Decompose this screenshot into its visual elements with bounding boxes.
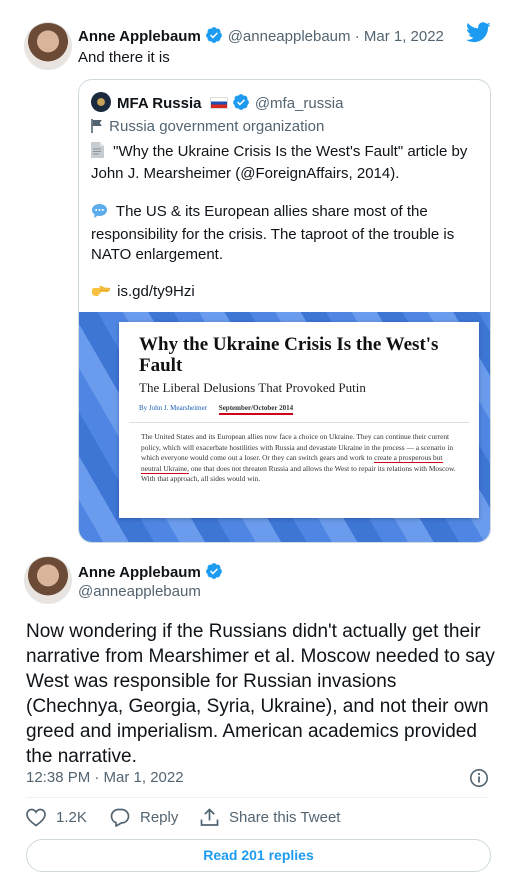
heart-icon <box>26 808 46 827</box>
like-button[interactable]: 1.2K <box>26 808 87 827</box>
quote-para2-line1: The US & its European allies share most … <box>115 203 428 220</box>
twitter-bird-icon[interactable] <box>466 22 491 48</box>
reply-icon <box>110 808 130 827</box>
author-name[interactable]: Anne Applebaum <box>78 28 201 45</box>
quote-text-para2: The US & its European allies share most … <box>91 202 486 265</box>
article-issue: September/October 2014 <box>218 404 294 415</box>
reply-label: Reply <box>140 809 179 826</box>
main-handle[interactable]: @anneapplebaum <box>78 583 201 600</box>
article-divider <box>129 422 469 423</box>
main-author-name[interactable]: Anne Applebaum <box>78 564 201 581</box>
verified-badge-icon <box>232 93 250 111</box>
info-icon[interactable] <box>469 768 489 793</box>
article-meta: By John J. Mearsheimer September/October… <box>139 404 294 415</box>
quote-text-para1: "Why the Ukraine Crisis Is the West's Fa… <box>91 142 486 184</box>
main-avatar[interactable] <box>24 556 72 604</box>
flag-icon <box>91 119 105 137</box>
pointing-hand-icon <box>91 285 113 305</box>
read-replies-button[interactable]: Read 201 replies <box>26 839 491 872</box>
article-subtitle: The Liberal Delusions That Provoked Puti… <box>139 380 366 395</box>
org-label: Russia government organization <box>109 118 325 135</box>
quote-header: MFA Russia @mfa_russia <box>117 93 343 113</box>
main-tweet-text: Now wondering if the Russians didn't act… <box>26 621 495 767</box>
timestamp[interactable]: 12:38 PM · Mar 1, 2022 <box>26 769 184 786</box>
handle-date[interactable]: @anneapplebaum · Mar 1, 2022 <box>228 28 444 45</box>
document-icon <box>91 142 109 164</box>
like-count: 1.2K <box>56 809 87 826</box>
quote-link-row: is.gd/ty9Hzi <box>91 282 195 305</box>
quote-para2-line3: NATO enlargement. <box>91 246 224 263</box>
share-label: Share this Tweet <box>229 809 341 826</box>
verified-badge-icon <box>205 562 223 580</box>
actions-divider <box>26 797 488 798</box>
share-icon <box>200 808 219 827</box>
quote-para2-line2: responsibility for the crisis. The tapro… <box>91 226 455 243</box>
org-label-row: Russia government organization <box>91 118 324 137</box>
avatar[interactable] <box>24 22 72 70</box>
article-image[interactable]: Why the Ukraine Crisis Is the West's Fau… <box>79 312 490 542</box>
article-body-2: one that does not threaten Russia and al… <box>141 463 456 484</box>
reply-button[interactable]: Reply <box>110 808 178 827</box>
article-page: Why the Ukraine Crisis Is the West's Fau… <box>119 322 479 518</box>
article-body: The United States and its European allie… <box>141 432 461 485</box>
tweet-header: Anne Applebaum @anneapplebaum · Mar 1, 2… <box>78 26 444 46</box>
main-author-row: Anne Applebaum <box>78 562 223 582</box>
quote-link[interactable]: is.gd/ty9Hzi <box>117 283 195 300</box>
article-title: Why the Ukraine Crisis Is the West's Fau… <box>139 334 439 376</box>
quote-author-name[interactable]: MFA Russia <box>117 95 201 112</box>
quote-line2: John J. Mearsheimer (@ForeignAffairs, 20… <box>91 165 400 182</box>
share-button[interactable]: Share this Tweet <box>200 808 340 827</box>
article-byline: By John J. Mearsheimer <box>139 404 208 412</box>
tweet-text: And there it is <box>78 49 170 66</box>
quote-handle[interactable]: @mfa_russia <box>255 95 344 112</box>
quote-tweet-card[interactable]: MFA Russia @mfa_russia Russia government… <box>78 79 491 543</box>
flag-russia-icon <box>209 97 228 109</box>
quote-line1: "Why the Ukraine Crisis Is the West's Fa… <box>113 143 468 160</box>
quote-avatar[interactable] <box>91 92 111 112</box>
speech-bubble-icon <box>91 203 112 225</box>
verified-badge-icon <box>205 26 223 44</box>
